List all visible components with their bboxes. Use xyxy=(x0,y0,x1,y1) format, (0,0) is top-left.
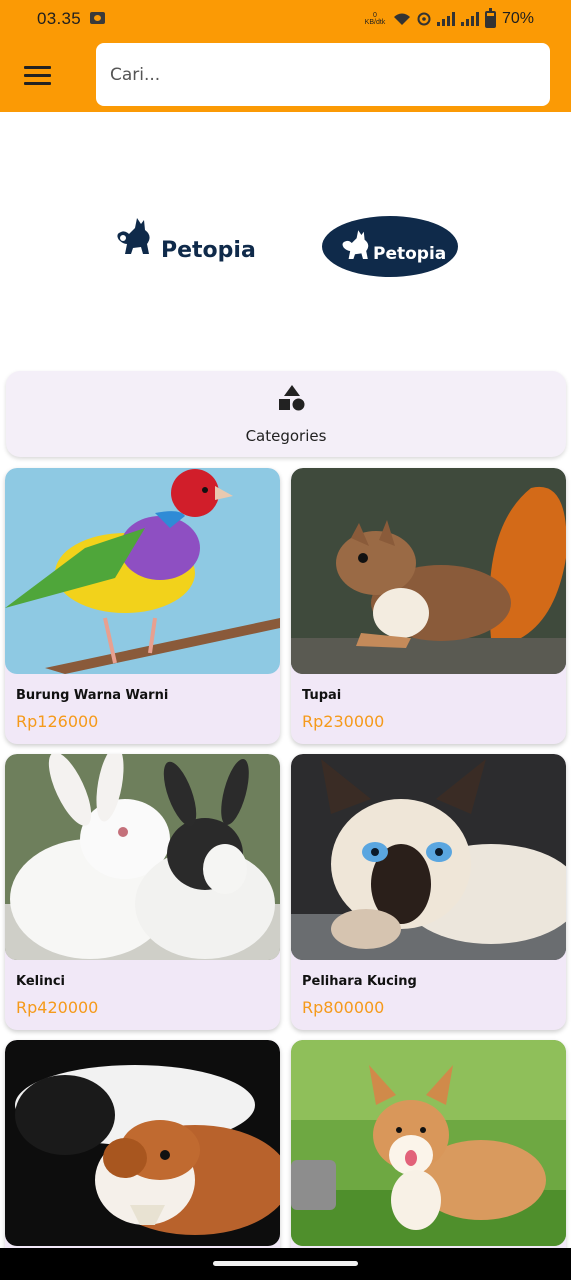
search-input[interactable] xyxy=(96,43,550,106)
signal-icon xyxy=(436,12,455,26)
product-name: Tupai xyxy=(302,688,342,703)
status-bar: 03.35 0 KB/dtk 70% xyxy=(0,0,571,38)
signal-icon-2 xyxy=(460,12,479,26)
home-gesture-handle[interactable] xyxy=(213,1261,358,1266)
product-card[interactable]: Pelihara Kucing Rp800000 xyxy=(291,754,566,1030)
product-price: Rp126000 xyxy=(16,712,99,731)
product-name: Burung Warna Warni xyxy=(16,688,169,703)
product-card[interactable]: Tupai Rp230000 xyxy=(291,468,566,744)
camera-notification-icon xyxy=(90,12,105,24)
product-image-rabbits xyxy=(5,754,280,960)
petopia-logo: Petopia xyxy=(117,218,255,263)
product-card[interactable] xyxy=(291,1040,566,1280)
battery-icon xyxy=(484,7,496,28)
status-time: 03.35 xyxy=(37,9,82,28)
product-price: Rp420000 xyxy=(16,998,99,1017)
network-speed: 0 KB/dtk xyxy=(364,12,386,26)
shapes-icon xyxy=(279,385,305,411)
product-price: Rp230000 xyxy=(302,712,385,731)
product-price: Rp800000 xyxy=(302,998,385,1017)
product-name: Pelihara Kucing xyxy=(302,974,417,989)
product-card[interactable]: Burung Warna Warni Rp126000 xyxy=(5,468,280,744)
hamburger-menu-icon[interactable] xyxy=(24,66,51,86)
logo-text: Petopia xyxy=(161,238,255,263)
status-icons: 0 KB/dtk 70% xyxy=(363,7,534,30)
battery-level: 70% xyxy=(501,10,534,27)
product-image-guinea-pigs xyxy=(5,1040,280,1246)
categories-button[interactable]: Categories xyxy=(6,371,566,457)
product-card[interactable]: Kelinci Rp420000 xyxy=(5,754,280,1030)
petopia-badge-logo: Petopia xyxy=(322,216,458,277)
product-image-squirrel xyxy=(291,468,566,674)
badge-logo-text: Petopia xyxy=(373,244,446,264)
product-card[interactable] xyxy=(5,1040,280,1280)
hotspot-icon xyxy=(417,12,431,26)
product-image-cat xyxy=(291,754,566,960)
categories-label: Categories xyxy=(245,427,327,445)
product-image-bird xyxy=(5,468,280,674)
wifi-icon xyxy=(393,13,410,25)
product-image-corgi xyxy=(291,1040,566,1246)
product-name: Kelinci xyxy=(16,974,65,989)
